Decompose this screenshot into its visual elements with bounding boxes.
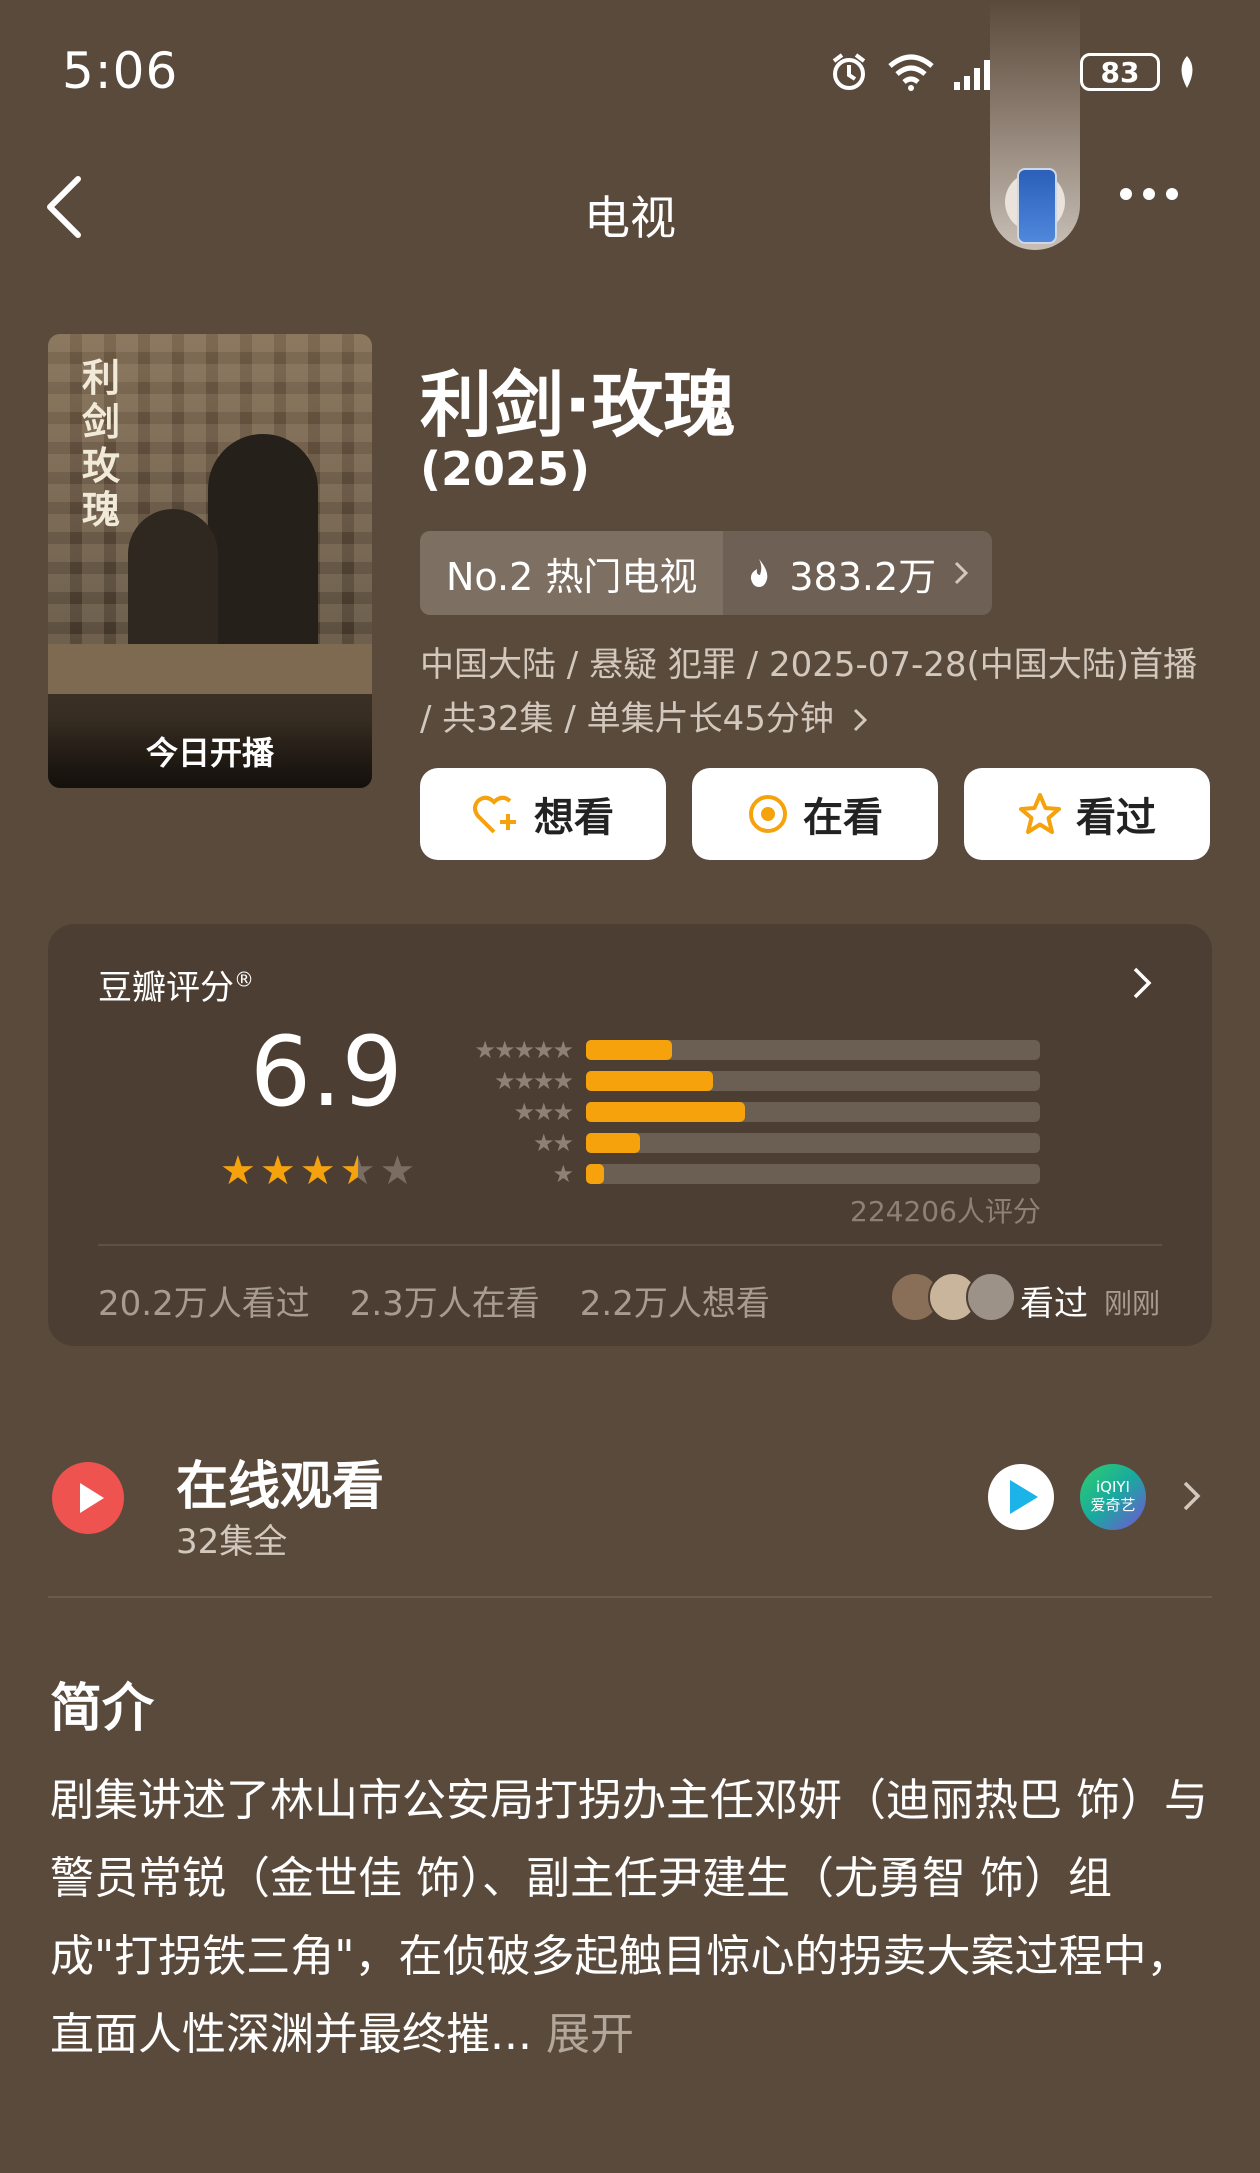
bar-star-label: ★★★★	[493, 1066, 574, 1095]
rating-bar-row: ★★	[452, 1127, 1040, 1158]
friend-avatars[interactable]	[890, 1272, 1016, 1322]
rating-bar-track	[586, 1163, 1040, 1184]
want-button[interactable]: 想看	[420, 768, 666, 860]
bar-star-label: ★★	[532, 1128, 574, 1157]
star-outline-icon	[1019, 793, 1061, 834]
friend-time: 刚刚	[1104, 1287, 1161, 1320]
flame-icon	[751, 559, 768, 587]
stat-watching: 2.3万人在看	[349, 1284, 540, 1324]
rating-bar-row: ★★★	[452, 1096, 1040, 1127]
watch-stats: 20.2万人看过 2.3万人在看 2.2万人想看	[98, 1276, 770, 1325]
show-meta-text: 中国大陆 / 悬疑 犯罪 / 2025-07-28(中国大陆)首播 / 共32集…	[420, 645, 1198, 739]
rating-bar-fill	[586, 1163, 605, 1184]
heart-plus-icon	[473, 795, 516, 834]
synopsis-text: 剧集讲述了林山市公安局打拐办主任邓妍（迪丽热巴 饰）与警员常锐（金世佳 饰）、副…	[50, 1775, 1208, 2060]
rating-bar-fill	[586, 1132, 641, 1153]
show-meta[interactable]: 中国大陆 / 悬疑 犯罪 / 2025-07-28(中国大陆)首播 / 共32集…	[420, 638, 1210, 746]
star-icon: ★	[379, 1148, 416, 1194]
rating-count: 224206人评分	[850, 1195, 1041, 1228]
rank-badge[interactable]: No.2 热门电视 383.2万	[420, 531, 993, 615]
rating-bar-fill	[586, 1101, 745, 1122]
poster[interactable]: 利剑玫瑰 今日开播	[48, 334, 372, 788]
rating-bar-fill	[586, 1039, 673, 1060]
iqiyi-icon[interactable]: iQIYI 爱奇艺	[1080, 1464, 1146, 1530]
rating-bar-row: ★★★★	[452, 1065, 1040, 1096]
chevron-right-icon	[853, 708, 867, 732]
can-avatar-icon[interactable]	[1017, 168, 1057, 244]
rating-bar-fill	[586, 1070, 714, 1091]
star-icon: ★★	[220, 1148, 256, 1194]
poster-caption: 今日开播	[48, 718, 372, 788]
rank-label: No.2 热门电视	[420, 531, 724, 615]
divider	[98, 1244, 1162, 1246]
battery-indicator: 83	[1080, 53, 1160, 91]
friend-action: 看过	[1020, 1284, 1088, 1324]
avatar	[966, 1272, 1016, 1322]
rating-bar-track	[586, 1070, 1040, 1091]
poster-title: 利剑玫瑰	[82, 355, 121, 532]
want-label: 想看	[534, 795, 614, 841]
stat-watched: 20.2万人看过	[98, 1284, 310, 1324]
rating-score: 6.9	[250, 1016, 403, 1128]
bar-star-label: ★★★★★	[474, 1035, 574, 1064]
watching-button[interactable]: 在看	[692, 768, 938, 860]
play-icon[interactable]	[52, 1462, 124, 1534]
rating-label: 豆瓣评分®	[98, 967, 254, 1008]
action-buttons: 想看 在看 看过	[420, 768, 1210, 860]
tencent-video-icon[interactable]	[988, 1464, 1054, 1530]
rating-bar-track	[586, 1039, 1040, 1060]
watched-button[interactable]: 看过	[964, 768, 1210, 860]
watching-label: 在看	[803, 795, 883, 841]
status-time: 5:06	[62, 42, 179, 100]
star-icon: ★★	[259, 1148, 296, 1194]
expand-link[interactable]: 展开	[546, 2009, 634, 2060]
rating-bar-track	[586, 1132, 1040, 1153]
synopsis-heading: 简介	[50, 1679, 155, 1739]
wifi-icon	[888, 54, 934, 91]
bar-star-label: ★★★	[513, 1097, 574, 1126]
show-year: (2025)	[420, 442, 591, 496]
rating-stars: ★★★★★★★★★	[220, 1148, 415, 1194]
divider	[48, 1596, 1212, 1598]
chevron-right-icon[interactable]	[1182, 1480, 1202, 1512]
chevron-right-icon[interactable]	[1132, 966, 1154, 1000]
target-icon	[749, 795, 787, 833]
more-icon[interactable]	[1120, 188, 1178, 200]
rating-bar-row: ★★★★★	[452, 1034, 1040, 1065]
star-icon: ★★	[339, 1148, 376, 1194]
watched-label: 看过	[1076, 795, 1156, 841]
leaf-icon	[1181, 56, 1193, 88]
heat-value: 383.2万	[789, 554, 937, 599]
rating-bar-row: ★	[452, 1158, 1040, 1189]
stat-want: 2.2万人想看	[579, 1284, 770, 1324]
bar-star-label: ★	[552, 1159, 574, 1188]
watch-online-subtitle: 32集全	[176, 1522, 288, 1562]
rating-bar-track	[586, 1101, 1040, 1122]
watch-online-title[interactable]: 在线观看	[176, 1444, 384, 1519]
rating-distribution: ★★★★★ ★★★★ ★★★ ★★ ★	[452, 1034, 1040, 1189]
show-title: 利剑·玫瑰	[420, 363, 736, 447]
star-icon: ★★	[299, 1148, 336, 1194]
chevron-right-icon	[955, 561, 969, 585]
alarm-icon	[832, 53, 866, 90]
